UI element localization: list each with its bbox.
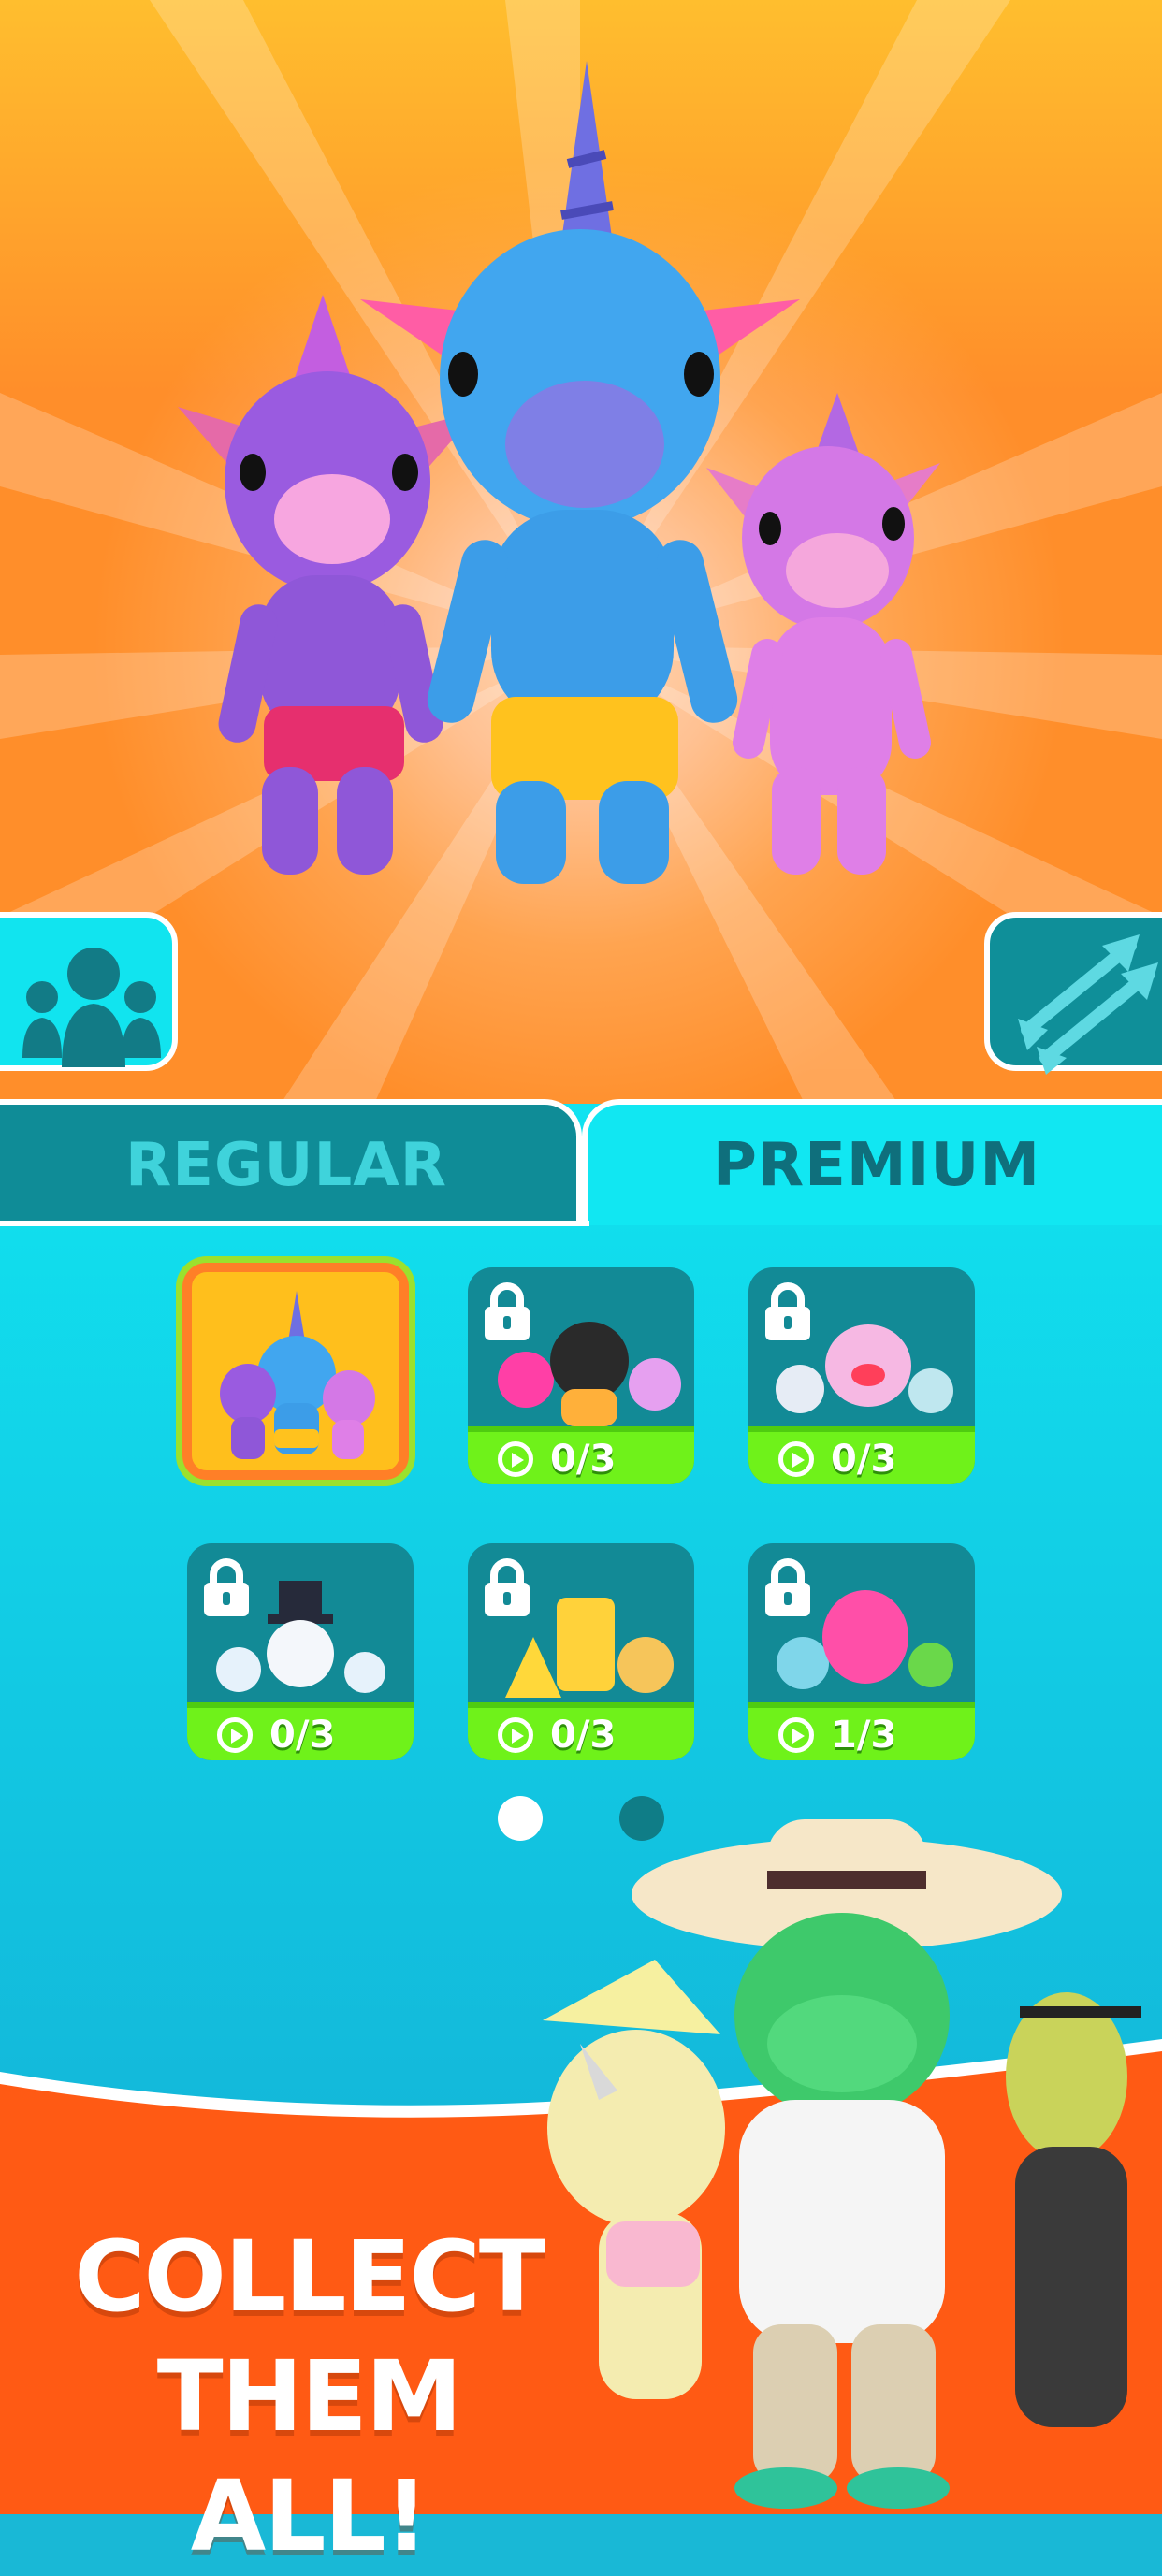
cowboy-characters (543, 1819, 1141, 2509)
collect-them-all-headline: COLLECT THEM ALL! (47, 2217, 571, 2576)
promo-line-2: THEM ALL! (156, 2339, 463, 2573)
promo-line-1: COLLECT (74, 2220, 545, 2334)
